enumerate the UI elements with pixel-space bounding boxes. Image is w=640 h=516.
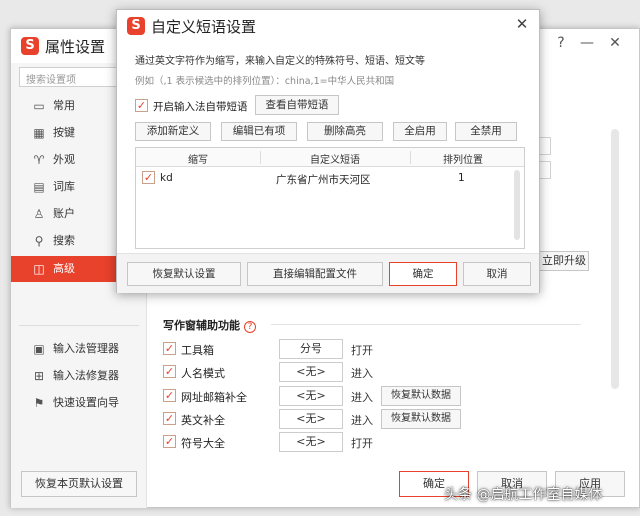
sidebar-item-label: 高级 (53, 262, 75, 275)
window-close-button[interactable]: ✕ (605, 35, 625, 51)
book-icon: ▤ (33, 180, 45, 194)
dialog-description: 通过英文字符作为缩写，来输入自定义的特殊符号、短语、短文等 (135, 56, 425, 67)
feature-row-toolbox: ✓ 工具箱 分号 打开 (163, 339, 623, 359)
url-email-restore-button[interactable]: 恢复默认数据 (381, 386, 461, 406)
sidebar-item-label: 常用 (53, 99, 75, 112)
dialog-title-bar: S 自定义短语设置 ✕ (117, 10, 539, 42)
user-icon: ♙ (33, 207, 45, 221)
sidebar-link-ime-repair[interactable]: ⊞ 输入法修复器 (11, 364, 146, 388)
feature-label: 人名模式 (181, 367, 225, 380)
hidden-field (539, 161, 551, 179)
feature-action: 打开 (351, 437, 373, 450)
toolbox-hotkey-field[interactable]: 分号 (279, 339, 343, 359)
sidebar-divider (19, 325, 139, 326)
restore-default-button[interactable]: 恢复默认设置 (127, 262, 241, 286)
view-builtin-button[interactable]: 查看自带短语 (255, 95, 339, 115)
monitor-icon: ▭ (33, 99, 45, 113)
flag-icon: ⚑ (33, 396, 45, 410)
dialog-footer: 恢复默认设置 直接编辑配置文件 确定 取消 (117, 253, 539, 293)
row-position: 1 (458, 172, 465, 184)
sidebar-link-label: 输入法修复器 (53, 369, 119, 382)
feature-action: 进入 (351, 391, 373, 404)
sidebar-item-label: 词库 (53, 180, 75, 193)
sidebar-link-label: 快速设置向导 (53, 396, 119, 409)
english-restore-button[interactable]: 恢复默认数据 (381, 409, 461, 429)
url-email-hotkey-field[interactable]: <无> (279, 386, 343, 406)
sidebar-link-quick-setup[interactable]: ⚑ 快速设置向导 (11, 391, 146, 415)
sidebar-item-label: 搜索 (53, 234, 75, 247)
table-row[interactable]: ✓ kd 广东省广州市天河区 1 (136, 168, 524, 188)
dialog-title: 自定义短语设置 (151, 18, 257, 36)
row-phrase: 广东省广州市天河区 (276, 174, 371, 186)
feature-row-symbols: ✓ 符号大全 <无> 打开 (163, 432, 623, 452)
search-icon: ⚲ (34, 234, 44, 248)
restore-page-default-button[interactable]: 恢复本页默认设置 (21, 471, 137, 497)
manager-icon: ▣ (33, 342, 45, 356)
feature-action: 进入 (351, 367, 373, 380)
add-definition-button[interactable]: 添加新定义 (135, 122, 211, 141)
custom-phrase-dialog: S 自定义短语设置 ✕ 通过英文字符作为缩写，来输入自定义的特殊符号、短语、短文… (116, 9, 540, 293)
row-abbr: kd (160, 172, 173, 184)
url-email-checkbox[interactable]: ✓ (163, 389, 176, 402)
feature-action: 打开 (351, 344, 373, 357)
edit-config-file-button[interactable]: 直接编辑配置文件 (247, 262, 383, 286)
sogou-logo-icon: S (127, 17, 145, 35)
feature-row-english: ✓ 英文补全 <无> 进入 恢复默认数据 (163, 409, 623, 429)
enable-all-button[interactable]: 全启用 (393, 122, 447, 141)
settings-title: 属性设置 (45, 38, 106, 56)
minimize-button[interactable]: — (577, 35, 597, 51)
column-abbr[interactable]: 缩写 (136, 151, 260, 166)
sidebar-link-label: 输入法管理器 (53, 342, 119, 355)
delete-highlighted-button[interactable]: 删除高亮 (307, 122, 383, 141)
dialog-example: 例如（,1 表示候选中的排列位置）：china,1=中华人民共和国 (135, 76, 395, 87)
sogou-logo-icon: S (21, 37, 39, 55)
shirt-icon: ♈ (33, 153, 45, 167)
name-mode-checkbox[interactable]: ✓ (163, 365, 176, 378)
feature-row-name-mode: ✓ 人名模式 <无> 进入 (163, 362, 623, 382)
content-scrollbar[interactable] (611, 129, 619, 389)
sidebar-item-label: 账户 (53, 207, 75, 220)
symbols-hotkey-field[interactable]: <无> (279, 432, 343, 452)
watermark: 头条 @启航工作室自媒体 (444, 487, 603, 503)
row-checkbox[interactable]: ✓ (142, 171, 155, 184)
section-title: 写作窗辅助功能? (163, 317, 256, 333)
section-divider (271, 324, 581, 325)
edit-item-button[interactable]: 编辑已有项 (221, 122, 297, 141)
help-icon[interactable]: ? (244, 321, 256, 333)
hidden-field (539, 137, 551, 155)
feature-label: 英文补全 (181, 414, 225, 427)
english-hotkey-field[interactable]: <无> (279, 409, 343, 429)
phrase-list: 缩写 自定义短语 排列位置 ✓ kd 广东省广州市天河区 1 (135, 147, 525, 249)
feature-row-url-email: ✓ 网址邮箱补全 <无> 进入 恢复默认数据 (163, 386, 623, 406)
sidebar-item-label: 外观 (53, 153, 75, 166)
sidebar-item-label: 按键 (53, 126, 75, 139)
symbols-checkbox[interactable]: ✓ (163, 435, 176, 448)
column-position[interactable]: 排列位置 (410, 151, 516, 166)
dialog-cancel-button[interactable]: 取消 (463, 262, 531, 286)
feature-label: 网址邮箱补全 (181, 391, 247, 404)
sidebar-link-ime-manager[interactable]: ▣ 输入法管理器 (11, 337, 146, 361)
toolbox-checkbox[interactable]: ✓ (163, 342, 176, 355)
upgrade-now-button[interactable]: 立即升级 (539, 251, 589, 271)
feature-label: 工具箱 (181, 344, 214, 357)
column-phrase[interactable]: 自定义短语 (260, 151, 410, 166)
enable-builtin-checkbox[interactable]: ✓ (135, 99, 148, 112)
list-scrollbar[interactable] (514, 170, 520, 240)
feature-action: 进入 (351, 414, 373, 427)
disable-all-button[interactable]: 全禁用 (455, 122, 517, 141)
name-mode-hotkey-field[interactable]: <无> (279, 362, 343, 382)
feature-label: 符号大全 (181, 437, 225, 450)
phrase-list-header: 缩写 自定义短语 排列位置 (136, 148, 524, 167)
english-completion-checkbox[interactable]: ✓ (163, 412, 176, 425)
dialog-close-icon[interactable]: ✕ (513, 15, 531, 33)
advanced-icon: ◫ (33, 262, 45, 276)
enable-builtin-label: 开启输入法自带短语 (153, 101, 248, 113)
help-button[interactable]: ? (551, 35, 571, 51)
keyboard-icon: ▦ (33, 126, 45, 140)
dialog-ok-button[interactable]: 确定 (389, 262, 457, 286)
repair-icon: ⊞ (33, 369, 45, 383)
section-title-text: 写作窗辅助功能 (163, 319, 240, 332)
